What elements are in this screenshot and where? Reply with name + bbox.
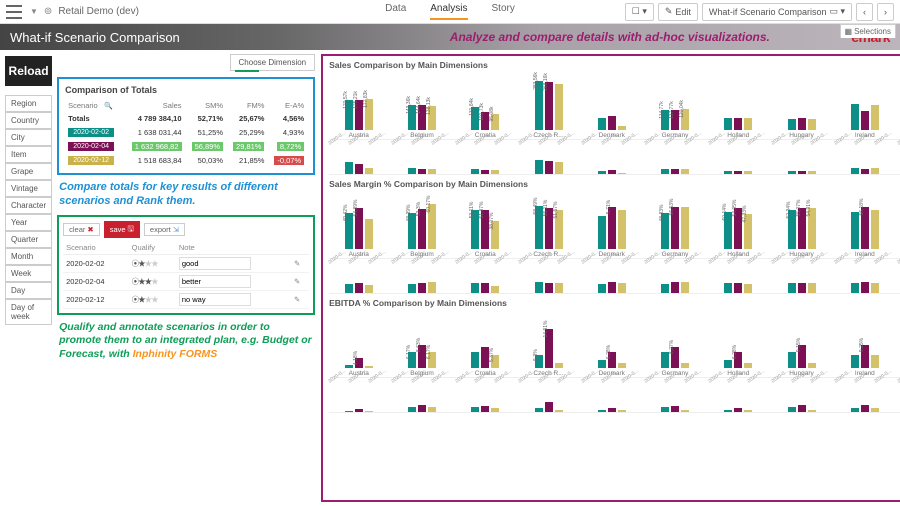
export-button[interactable]: export ⇲ xyxy=(144,223,185,236)
close-icon: ✖ xyxy=(87,225,93,234)
table-row[interactable]: 2020-02-041 632 968,8256,89%29,81%8,72% xyxy=(65,139,307,153)
totals-table: Scenario 🔍SalesSM%FM%E-A% Totals4 789 38… xyxy=(65,99,307,167)
nav-tabs: Data Analysis Story xyxy=(385,3,515,20)
table-row: 2020-02-04⦿★★★✎ xyxy=(63,272,309,290)
clear-button[interactable]: clear ✖ xyxy=(63,223,100,236)
tab-story[interactable]: Story xyxy=(492,3,515,20)
table-row[interactable]: 2020-02-021 638 031,4451,25%25,29%4,93% xyxy=(65,125,307,139)
dim-character[interactable]: Character xyxy=(5,197,52,214)
edit-button[interactable]: ✎ Edit xyxy=(658,3,698,21)
globe-icon: ⊚ xyxy=(44,6,52,17)
dim-week[interactable]: Week xyxy=(5,265,52,282)
rating-stars[interactable]: ⦿★★★ xyxy=(132,259,158,268)
sidebar: Reload RegionCountryCityItemGrapeVintage… xyxy=(0,50,57,506)
note-input[interactable] xyxy=(179,275,251,288)
totals-panel: Comparison of Totals Scenario 🔍SalesSM%F… xyxy=(57,77,315,175)
app-title: Retail Demo (dev) xyxy=(58,6,139,17)
callout-qualify: Qualify and annotate scenarios in order … xyxy=(57,321,315,362)
forms-table: ScenarioQualifyNote 2020-02-02⦿★★★✎2020-… xyxy=(63,241,309,309)
selections-toggle[interactable]: ▦ Selections xyxy=(840,24,896,38)
dim-city[interactable]: City xyxy=(5,129,52,146)
dim-region[interactable]: Region xyxy=(5,95,52,112)
edit-icon[interactable]: ✎ xyxy=(291,254,309,272)
rating-stars[interactable]: ⦿★★★ xyxy=(132,295,158,304)
prev-sheet-button[interactable]: ‹ xyxy=(856,3,873,21)
dim-item[interactable]: Item xyxy=(5,146,52,163)
forms-panel: clear ✖ save 🖫 export ⇲ ScenarioQualifyN… xyxy=(57,215,315,315)
dim-grape[interactable]: Grape xyxy=(5,163,52,180)
save-button[interactable]: save 🖫 xyxy=(104,221,140,238)
dim-year[interactable]: Year xyxy=(5,214,52,231)
totals-title: Comparison of Totals xyxy=(65,85,307,95)
dim-month[interactable]: Month xyxy=(5,248,52,265)
table-row: 2020-02-02⦿★★★✎ xyxy=(63,254,309,272)
bookmark-button[interactable]: ☐ ▾ xyxy=(625,3,654,21)
tab-data[interactable]: Data xyxy=(385,3,406,20)
chart: Sales Comparison by Main Dimensions170,5… xyxy=(329,60,900,175)
chart: EBITDA % Comparison by Main Dimensions4,… xyxy=(329,298,900,413)
tab-analysis[interactable]: Analysis xyxy=(430,3,467,20)
reload-button[interactable]: Reload xyxy=(5,56,52,86)
table-row: 2020-02-12⦿★★★✎ xyxy=(63,290,309,308)
dim-country[interactable]: Country xyxy=(5,112,52,129)
note-input[interactable] xyxy=(179,293,251,306)
page-title: What-if Scenario Comparison xyxy=(10,30,180,45)
menu-icon[interactable] xyxy=(6,5,22,19)
edit-icon[interactable]: ✎ xyxy=(291,272,309,290)
rating-stars[interactable]: ⦿★★★ xyxy=(132,277,158,286)
edit-icon[interactable]: ✎ xyxy=(291,290,309,308)
dim-vintage[interactable]: Vintage xyxy=(5,180,52,197)
title-bar: What-if Scenario Comparison Analyze and … xyxy=(0,24,900,50)
dim-quarter[interactable]: Quarter xyxy=(5,231,52,248)
dim-day[interactable]: Day xyxy=(5,282,52,299)
chevron-down-icon[interactable]: ▼ xyxy=(30,7,38,16)
chart: Sales Margin % Comparison by Main Dimens… xyxy=(329,179,900,294)
title-callout: Analyze and compare details with ad-hoc … xyxy=(450,30,851,44)
choose-dimension-button[interactable]: Choose Dimension xyxy=(230,54,316,71)
app-bar: ▼ ⊚ Retail Demo (dev) Data Analysis Stor… xyxy=(0,0,900,24)
charts-panel: Sales Comparison by Main Dimensions170,5… xyxy=(321,54,900,502)
dim-day-of-week[interactable]: Day of week xyxy=(5,299,52,325)
next-sheet-button[interactable]: › xyxy=(877,3,894,21)
export-icon: ⇲ xyxy=(173,225,179,234)
sheet-picker[interactable]: What-if Scenario Comparison ▭ ▾ xyxy=(702,3,852,21)
callout-compare: Compare totals for key results of differ… xyxy=(57,181,315,209)
search-icon[interactable]: 🔍 xyxy=(104,103,113,110)
note-input[interactable] xyxy=(179,257,251,270)
table-row[interactable]: 2020-02-121 518 683,8450,03%21,85%-0,07% xyxy=(65,153,307,167)
